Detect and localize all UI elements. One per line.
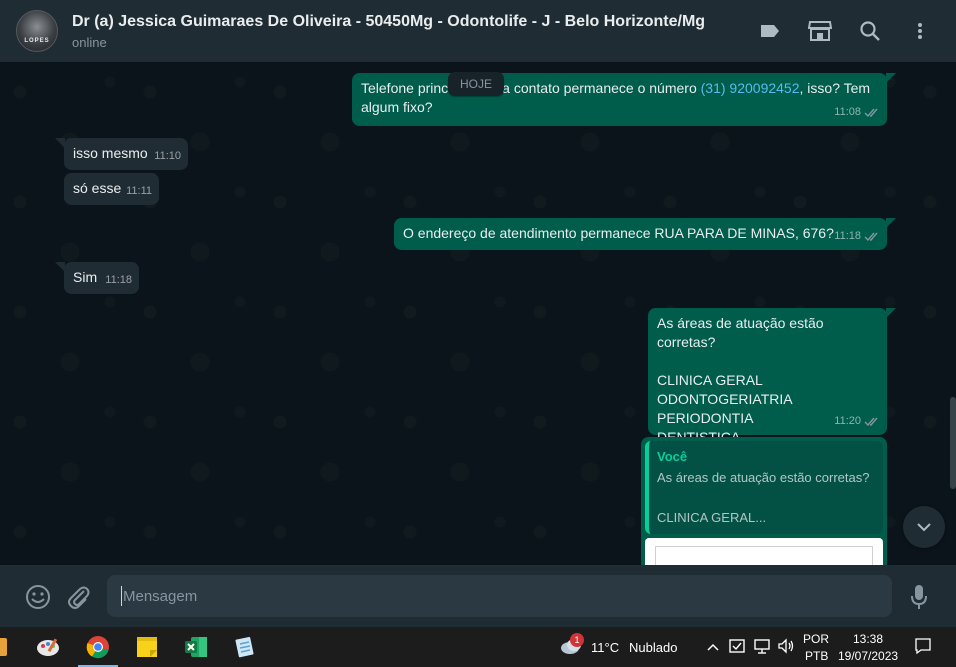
chevron-up-icon[interactable] <box>706 639 720 657</box>
chevron-down-icon <box>917 523 931 532</box>
taskbar-app-partial[interactable] <box>0 627 22 667</box>
message-time: 11:11 <box>126 185 152 197</box>
microphone-icon[interactable] <box>910 584 928 615</box>
message-line: ODONTOGERIATRIA <box>657 391 793 407</box>
message-incoming[interactable]: Sim 11:18 <box>64 262 139 294</box>
message-time: 11:18 <box>834 227 880 246</box>
message-input[interactable] <box>123 587 892 605</box>
message-text: só esse <box>73 180 122 196</box>
date-chip: HOJE <box>448 72 505 96</box>
volume-icon[interactable] <box>777 637 795 660</box>
message-time: 11:18 <box>105 274 132 286</box>
sticky-notes-app-icon[interactable] <box>125 627 169 667</box>
text-caret <box>121 586 122 606</box>
chat-header: LOPES Dr (a) Jessica Guimaraes De Olivei… <box>0 0 956 62</box>
emoji-icon[interactable] <box>25 584 51 615</box>
paint-app-icon[interactable] <box>27 627 71 667</box>
weather-description[interactable]: Nublado <box>629 640 677 655</box>
message-outgoing[interactable]: As áreas de atuação estão corretas? CLIN… <box>648 308 887 445</box>
message-incoming[interactable]: só esse 11:11 <box>64 173 159 205</box>
message-outgoing[interactable]: Telefone princ a contato permanece o núme… <box>352 73 887 126</box>
bubble-tail <box>55 262 65 272</box>
shop-icon[interactable] <box>808 19 832 43</box>
security-icon[interactable] <box>728 637 746 660</box>
avatar-logo-text: LOPES <box>24 38 50 44</box>
bubble-tail <box>886 308 896 318</box>
message-outgoing-reply[interactable]: Você As áreas de atuação estão corretas?… <box>641 437 887 565</box>
phone-link[interactable]: (31) 920092452 <box>701 80 800 96</box>
message-time: 11:10 <box>154 150 181 162</box>
bubble-tail <box>886 218 896 228</box>
notepad-app-icon[interactable] <box>223 627 267 667</box>
message-input-box[interactable] <box>107 575 892 617</box>
read-ticks-icon <box>864 108 878 117</box>
scroll-down-button[interactable] <box>903 506 945 548</box>
read-ticks-icon <box>864 417 878 426</box>
message-incoming[interactable]: isso mesmo 11:10 <box>64 138 188 170</box>
message-text: isso mesmo <box>73 145 148 161</box>
message-text: O endereço de atendimento permanece RUA … <box>403 225 834 241</box>
contact-status: online <box>72 35 107 50</box>
message-text: Sim <box>73 269 98 285</box>
excel-app-icon[interactable] <box>174 627 218 667</box>
bubble-tail <box>886 73 896 83</box>
message-line: As áreas de atuação estão corretas? <box>657 315 824 350</box>
bubble-tail <box>55 138 65 148</box>
input-language-top[interactable]: POR <box>803 632 829 646</box>
contact-name[interactable]: Dr (a) Jessica Guimaraes De Oliveira - 5… <box>72 13 705 31</box>
windows-taskbar: 1 11°C Nublado POR PTB 13:38 19/07/2023 <box>0 627 956 667</box>
search-icon[interactable] <box>858 19 882 43</box>
attachment-preview[interactable] <box>645 538 883 565</box>
notification-center-icon[interactable] <box>914 637 932 660</box>
quoted-message[interactable]: Você As áreas de atuação estão corretas?… <box>645 441 883 534</box>
contact-avatar[interactable]: LOPES <box>16 10 58 52</box>
menu-kebab-icon[interactable] <box>908 19 932 43</box>
message-text: Telefone princ a contato permanece o núme… <box>361 80 871 115</box>
label-icon[interactable] <box>758 19 782 43</box>
read-ticks-icon <box>864 232 878 241</box>
quote-author: Você <box>657 449 688 464</box>
weather-temperature[interactable]: 11°C <box>591 640 619 655</box>
message-outgoing[interactable]: O endereço de atendimento permanece RUA … <box>394 218 887 250</box>
chat-pane[interactable]: Telefone princ a contato permanece o núme… <box>0 62 956 565</box>
chrome-app-icon[interactable] <box>76 627 120 667</box>
quote-text: As áreas de atuação estão corretas? CLINI… <box>657 470 870 525</box>
weather-alert-badge: 1 <box>570 633 584 647</box>
network-icon[interactable] <box>753 637 771 660</box>
clock-time[interactable]: 13:38 <box>853 632 883 646</box>
clock-date[interactable]: 19/07/2023 <box>838 649 898 663</box>
message-time: 11:20 <box>834 412 880 431</box>
input-language-bottom[interactable]: PTB <box>805 649 828 663</box>
message-line: CLINICA GERAL <box>657 372 763 388</box>
message-time: 11:08 <box>834 103 880 122</box>
attach-icon[interactable] <box>67 584 91 615</box>
composer-bar <box>0 565 956 627</box>
scrollbar-thumb[interactable] <box>950 397 956 489</box>
